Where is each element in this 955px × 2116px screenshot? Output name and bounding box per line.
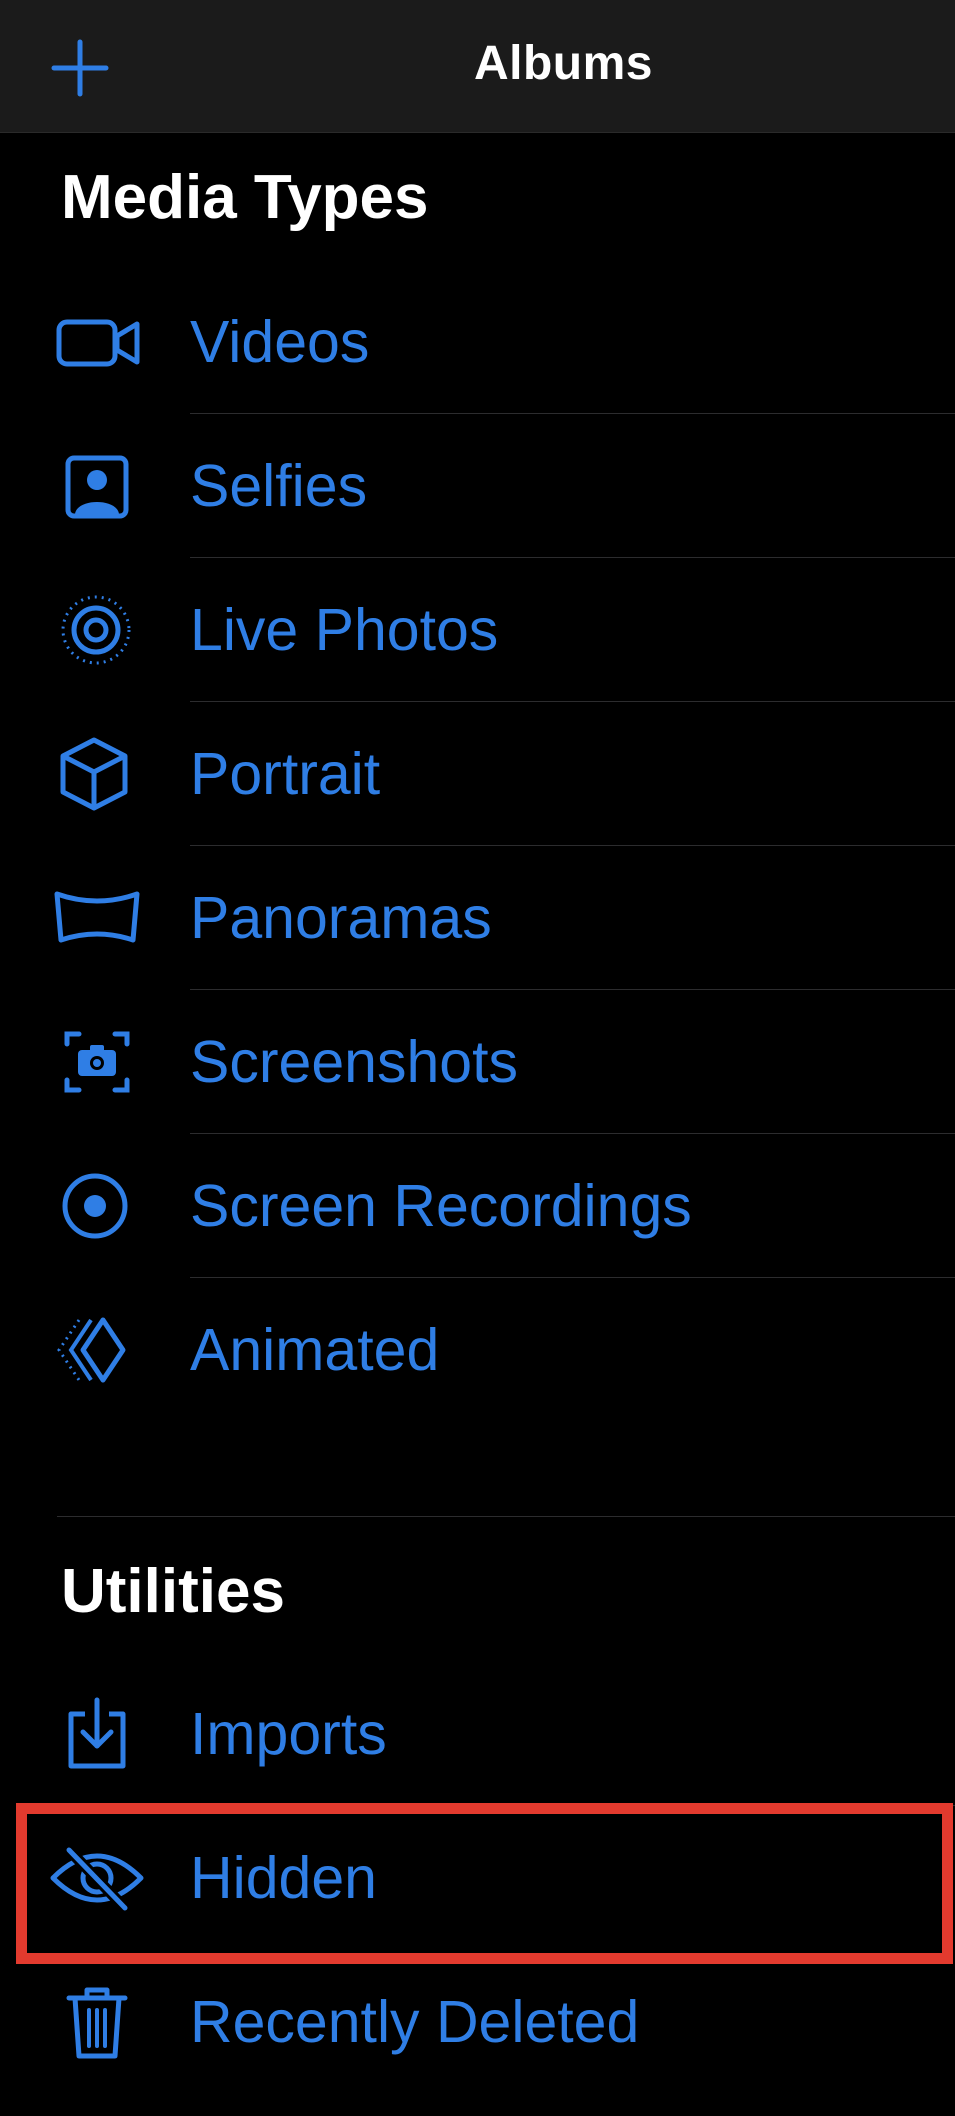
trash-icon — [45, 1982, 149, 2062]
album-row-portrait[interactable]: Portrait — [0, 702, 955, 846]
navigation-bar: Albums — [0, 0, 955, 133]
album-label: Imports — [190, 1701, 387, 1767]
album-row-live-photos[interactable]: Live Photos — [0, 558, 955, 702]
album-label: Animated — [190, 1317, 440, 1383]
album-row-imports[interactable]: Imports — [0, 1662, 955, 1806]
video-camera-icon — [45, 302, 149, 382]
screenshot-camera-icon — [45, 1022, 149, 1102]
album-row-screenshots[interactable]: Screenshots — [0, 990, 955, 1134]
panorama-icon — [45, 878, 149, 958]
album-row-selfies[interactable]: Selfies — [0, 414, 955, 558]
live-photo-icon — [45, 590, 149, 670]
eye-slash-icon — [45, 1838, 149, 1918]
record-circle-icon — [45, 1166, 149, 1246]
album-label: Screen Recordings — [190, 1173, 692, 1239]
cube-icon — [45, 734, 149, 814]
section-title-media-types: Media Types — [61, 163, 429, 232]
selfie-portrait-icon — [45, 446, 149, 526]
album-row-recently-deleted[interactable]: Recently Deleted — [0, 1950, 955, 2094]
album-row-panoramas[interactable]: Panoramas — [0, 846, 955, 990]
section-divider — [57, 1516, 955, 1517]
album-label: Panoramas — [190, 885, 492, 951]
animated-layers-icon — [45, 1310, 149, 1390]
album-row-hidden[interactable]: Hidden — [0, 1806, 955, 1950]
album-row-videos[interactable]: Videos — [0, 270, 955, 414]
section-title-utilities: Utilities — [61, 1557, 285, 1626]
album-label: Live Photos — [190, 597, 499, 663]
album-label: Recently Deleted — [190, 1989, 640, 2055]
album-row-screen-recordings[interactable]: Screen Recordings — [0, 1134, 955, 1278]
album-label: Selfies — [190, 453, 368, 519]
album-label: Portrait — [190, 741, 381, 807]
album-label: Videos — [190, 309, 370, 375]
album-row-animated[interactable]: Animated — [0, 1278, 955, 1422]
import-tray-icon — [45, 1694, 149, 1774]
album-label: Screenshots — [190, 1029, 518, 1095]
album-label: Hidden — [190, 1845, 377, 1911]
page-title: Albums — [473, 37, 653, 90]
